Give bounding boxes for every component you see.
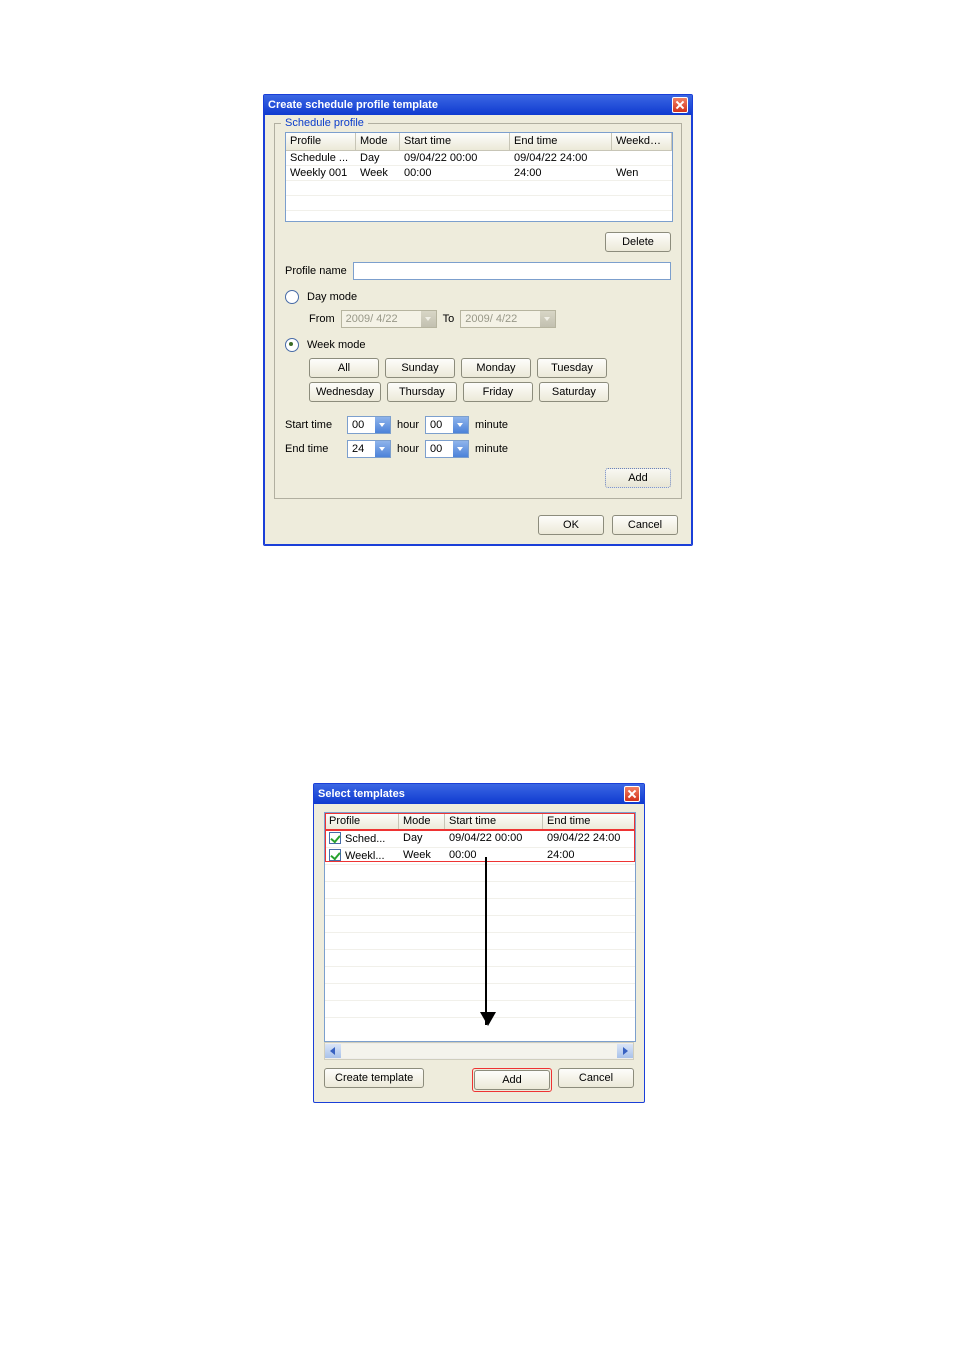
chevron-down-icon — [540, 311, 555, 327]
select-templates-dialog: Select templates Profile Mode Start time… — [313, 783, 645, 1103]
chevron-down-icon[interactable] — [375, 441, 390, 457]
table-row[interactable] — [286, 211, 672, 222]
add-button[interactable]: Add — [605, 468, 671, 488]
dialog-title: Select templates — [318, 784, 624, 804]
col-weekdays[interactable]: Weekdays — [612, 133, 672, 150]
dialog-titlebar[interactable]: Create schedule profile template — [264, 95, 692, 115]
delete-button[interactable]: Delete — [605, 232, 671, 252]
profile-list[interactable]: Profile Mode Start time End time Weekday… — [285, 132, 673, 222]
minute-label: minute — [475, 443, 508, 455]
cell-profile: Weekl... — [325, 848, 399, 864]
group-title: Schedule profile — [281, 117, 368, 129]
list-header: Profile Mode Start time End time — [325, 813, 635, 831]
week-mode-label: Week mode — [307, 339, 366, 351]
minute-label: minute — [475, 419, 508, 431]
list-body: Sched... Day 09/04/22 00:00 09/04/22 24:… — [325, 831, 635, 1042]
to-label: To — [443, 313, 455, 325]
dialog-footer: OK Cancel — [264, 509, 692, 545]
col-end[interactable]: End time — [510, 133, 612, 150]
list-body: Schedule ... Day 09/04/22 00:00 09/04/22… — [286, 151, 672, 222]
col-end[interactable]: End time — [543, 813, 635, 830]
start-minute-select[interactable]: 00 — [425, 416, 469, 434]
chevron-down-icon[interactable] — [375, 417, 390, 433]
cell-start: 09/04/22 00:00 — [445, 831, 543, 847]
cell-mode: Day — [399, 831, 445, 847]
table-row[interactable]: Weekl... Week 00:00 24:00 — [325, 848, 635, 865]
end-hour-select[interactable]: 24 — [347, 440, 391, 458]
week-mode-radio[interactable] — [285, 338, 299, 352]
create-schedule-profile-template-dialog: Create schedule profile template Schedul… — [263, 94, 693, 546]
annotation-highlight: Add — [472, 1068, 552, 1092]
col-mode[interactable]: Mode — [356, 133, 400, 150]
close-icon[interactable] — [624, 786, 640, 802]
col-start[interactable]: Start time — [400, 133, 510, 150]
chevron-down-icon[interactable] — [453, 417, 468, 433]
scroll-track[interactable] — [341, 1044, 617, 1058]
scroll-left-icon[interactable] — [325, 1044, 341, 1058]
cell-mode: Day — [356, 151, 400, 165]
weekday-wednesday-button[interactable]: Wednesday — [309, 382, 381, 402]
col-profile[interactable]: Profile — [325, 813, 399, 830]
chevron-down-icon[interactable] — [453, 441, 468, 457]
day-mode-label: Day mode — [307, 291, 357, 303]
cell-end: 09/04/22 24:00 — [510, 151, 612, 165]
scroll-right-icon[interactable] — [617, 1044, 633, 1058]
start-time-label: Start time — [285, 419, 341, 431]
cell-end: 24:00 — [543, 848, 635, 864]
end-minute-select[interactable]: 00 — [425, 440, 469, 458]
close-icon[interactable] — [672, 97, 688, 113]
checkbox-icon[interactable] — [329, 832, 341, 844]
profile-name-label: Profile name — [285, 265, 347, 277]
hour-label: hour — [397, 443, 419, 455]
cell-mode: Week — [356, 166, 400, 180]
cancel-button[interactable]: Cancel — [612, 515, 678, 535]
to-date-select: 2009/ 4/22 — [460, 310, 556, 328]
cell-profile: Sched... — [325, 831, 399, 847]
cell-start: 00:00 — [445, 848, 543, 864]
ok-button[interactable]: OK — [538, 515, 604, 535]
create-template-button[interactable]: Create template — [324, 1068, 424, 1088]
add-button[interactable]: Add — [474, 1070, 550, 1090]
start-hour-select[interactable]: 00 — [347, 416, 391, 434]
end-time-label: End time — [285, 443, 341, 455]
schedule-profile-group: Schedule profile Profile Mode Start time… — [274, 123, 682, 499]
cell-profile: Weekly 001 — [286, 166, 356, 180]
hour-label: hour — [397, 419, 419, 431]
weekday-all-button[interactable]: All — [309, 358, 379, 378]
cell-profile: Schedule ... — [286, 151, 356, 165]
from-date-select: 2009/ 4/22 — [341, 310, 437, 328]
weekday-sunday-button[interactable]: Sunday — [385, 358, 455, 378]
dialog-title: Create schedule profile template — [268, 95, 672, 115]
weekday-thursday-button[interactable]: Thursday — [387, 382, 457, 402]
cell-weekdays: Wen — [612, 166, 672, 180]
table-row[interactable] — [286, 196, 672, 211]
weekday-monday-button[interactable]: Monday — [461, 358, 531, 378]
col-mode[interactable]: Mode — [399, 813, 445, 830]
cell-mode: Week — [399, 848, 445, 864]
cancel-button[interactable]: Cancel — [558, 1068, 634, 1088]
horizontal-scrollbar[interactable] — [324, 1042, 634, 1060]
col-start[interactable]: Start time — [445, 813, 543, 830]
col-profile[interactable]: Profile — [286, 133, 356, 150]
from-label: From — [309, 313, 335, 325]
cell-start: 00:00 — [400, 166, 510, 180]
template-list[interactable]: Profile Mode Start time End time Sched..… — [324, 812, 636, 1042]
weekday-tuesday-button[interactable]: Tuesday — [537, 358, 607, 378]
weekday-saturday-button[interactable]: Saturday — [539, 382, 609, 402]
table-row[interactable] — [286, 181, 672, 196]
weekday-friday-button[interactable]: Friday — [463, 382, 533, 402]
dialog-titlebar[interactable]: Select templates — [314, 784, 644, 804]
table-row[interactable]: Schedule ... Day 09/04/22 00:00 09/04/22… — [286, 151, 672, 166]
table-row[interactable]: Weekly 001 Week 00:00 24:00 Wen — [286, 166, 672, 181]
checkbox-icon[interactable] — [329, 849, 341, 861]
cell-weekdays — [612, 151, 672, 165]
table-row[interactable]: Sched... Day 09/04/22 00:00 09/04/22 24:… — [325, 831, 635, 848]
profile-name-input[interactable] — [353, 262, 671, 280]
list-header: Profile Mode Start time End time Weekday… — [286, 133, 672, 151]
chevron-down-icon — [421, 311, 436, 327]
cell-start: 09/04/22 00:00 — [400, 151, 510, 165]
cell-end: 24:00 — [510, 166, 612, 180]
day-mode-radio[interactable] — [285, 290, 299, 304]
cell-end: 09/04/22 24:00 — [543, 831, 635, 847]
